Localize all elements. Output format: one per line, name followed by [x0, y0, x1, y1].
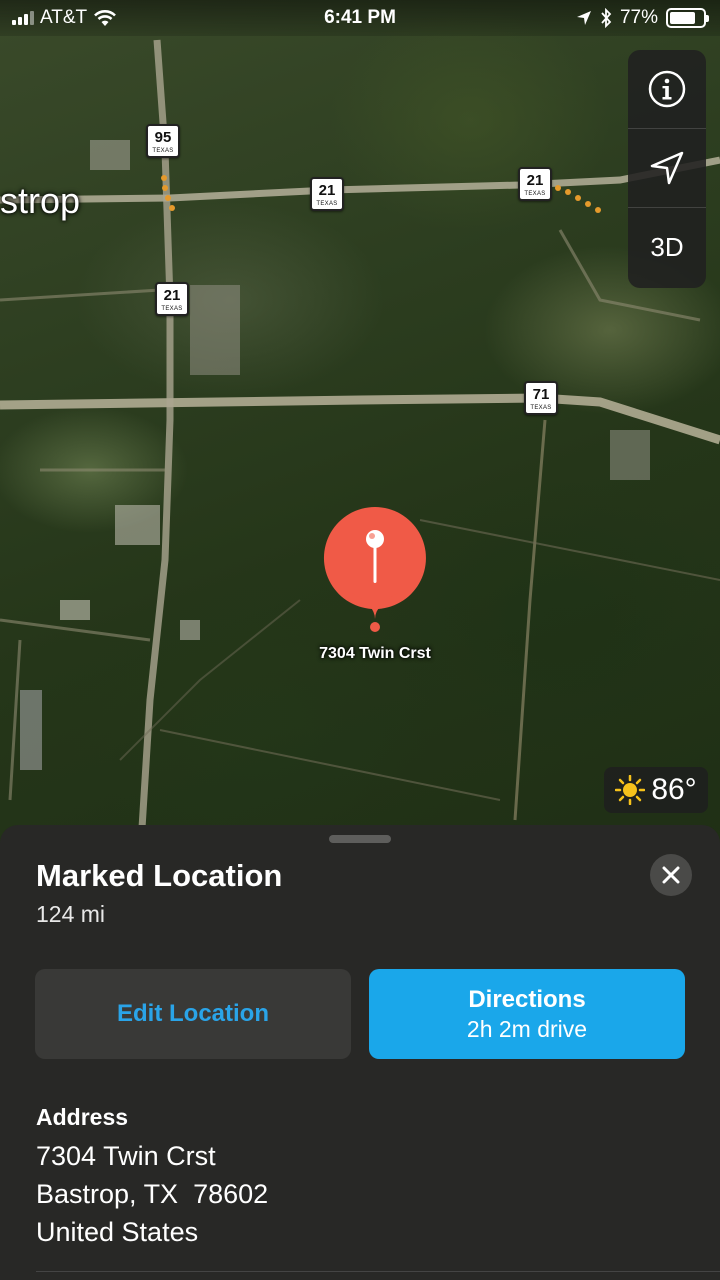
location-services-icon: [576, 11, 591, 25]
address-heading: Address: [36, 1104, 129, 1130]
close-icon: [662, 866, 680, 884]
directions-label: Directions: [468, 986, 586, 1013]
sun-icon: [615, 775, 646, 805]
close-button[interactable]: [650, 854, 692, 896]
route-number: 95: [154, 129, 172, 146]
route-number: 21: [163, 287, 181, 304]
pin-label: 7304 Twin Crst: [319, 645, 431, 662]
address-line: United States: [36, 1217, 199, 1247]
route-shield-71: 71 TEXAS: [524, 381, 558, 415]
route-state: TEXAS: [530, 405, 552, 411]
map-roads: [0, 39, 720, 860]
status-right-group: 77%: [576, 7, 709, 29]
battery-fill: [670, 12, 695, 24]
address-block: 7304 Twin Crst Bastrop, TX 78602 United …: [36, 1137, 268, 1251]
directions-button[interactable]: Directions 2h 2m drive: [369, 969, 685, 1059]
view-3d-button[interactable]: 3D: [628, 208, 706, 287]
route-state: TEXAS: [524, 191, 546, 197]
route-state: TEXAS: [152, 148, 174, 154]
current-location-button[interactable]: [628, 129, 706, 208]
info-icon: [648, 70, 686, 108]
route-state: TEXAS: [316, 201, 338, 207]
place-distance: 124 mi: [36, 901, 106, 927]
status-bar: AT&T 6:41 PM 77%: [0, 0, 720, 36]
address-line: Bastrop, TX 78602: [36, 1179, 269, 1209]
temperature: 86°: [651, 773, 697, 806]
town-label: strop: [0, 180, 81, 221]
view-3d-label: 3D: [650, 232, 684, 262]
weather-badge: 86°: [604, 767, 708, 813]
divider: [36, 1271, 720, 1272]
edit-location-label: Edit Location: [117, 1000, 269, 1027]
route-state: TEXAS: [161, 306, 183, 312]
location-pin[interactable]: [322, 505, 428, 635]
map-view[interactable]: strop 95 TEXAS 21 TEXAS 21 TEXAS 21 TEXA…: [0, 0, 720, 860]
route-number: 21: [526, 172, 544, 189]
battery-percent: 77%: [619, 7, 658, 28]
pin-icon: [323, 507, 426, 632]
bluetooth-icon: [601, 8, 612, 28]
place-title: Marked Location: [36, 858, 283, 893]
info-button[interactable]: [628, 50, 706, 129]
route-shield-21: 21 TEXAS: [155, 282, 189, 316]
location-arrow-icon: [650, 151, 684, 185]
address-line: 7304 Twin Crst: [36, 1141, 216, 1171]
route-shield-21: 21 TEXAS: [310, 177, 344, 211]
route-number: 71: [532, 386, 550, 403]
battery-icon: [666, 8, 709, 28]
sheet-grabber[interactable]: [329, 835, 391, 843]
edit-location-button[interactable]: Edit Location: [35, 969, 351, 1059]
route-shield-21: 21 TEXAS: [518, 167, 552, 201]
map-controls: 3D: [628, 50, 706, 288]
directions-drive-time: 2h 2m drive: [466, 1016, 588, 1042]
place-card: Marked Location 124 mi Edit Location Dir…: [0, 825, 720, 1280]
route-shield-95: 95 TEXAS: [146, 124, 180, 158]
route-number: 21: [318, 182, 336, 199]
